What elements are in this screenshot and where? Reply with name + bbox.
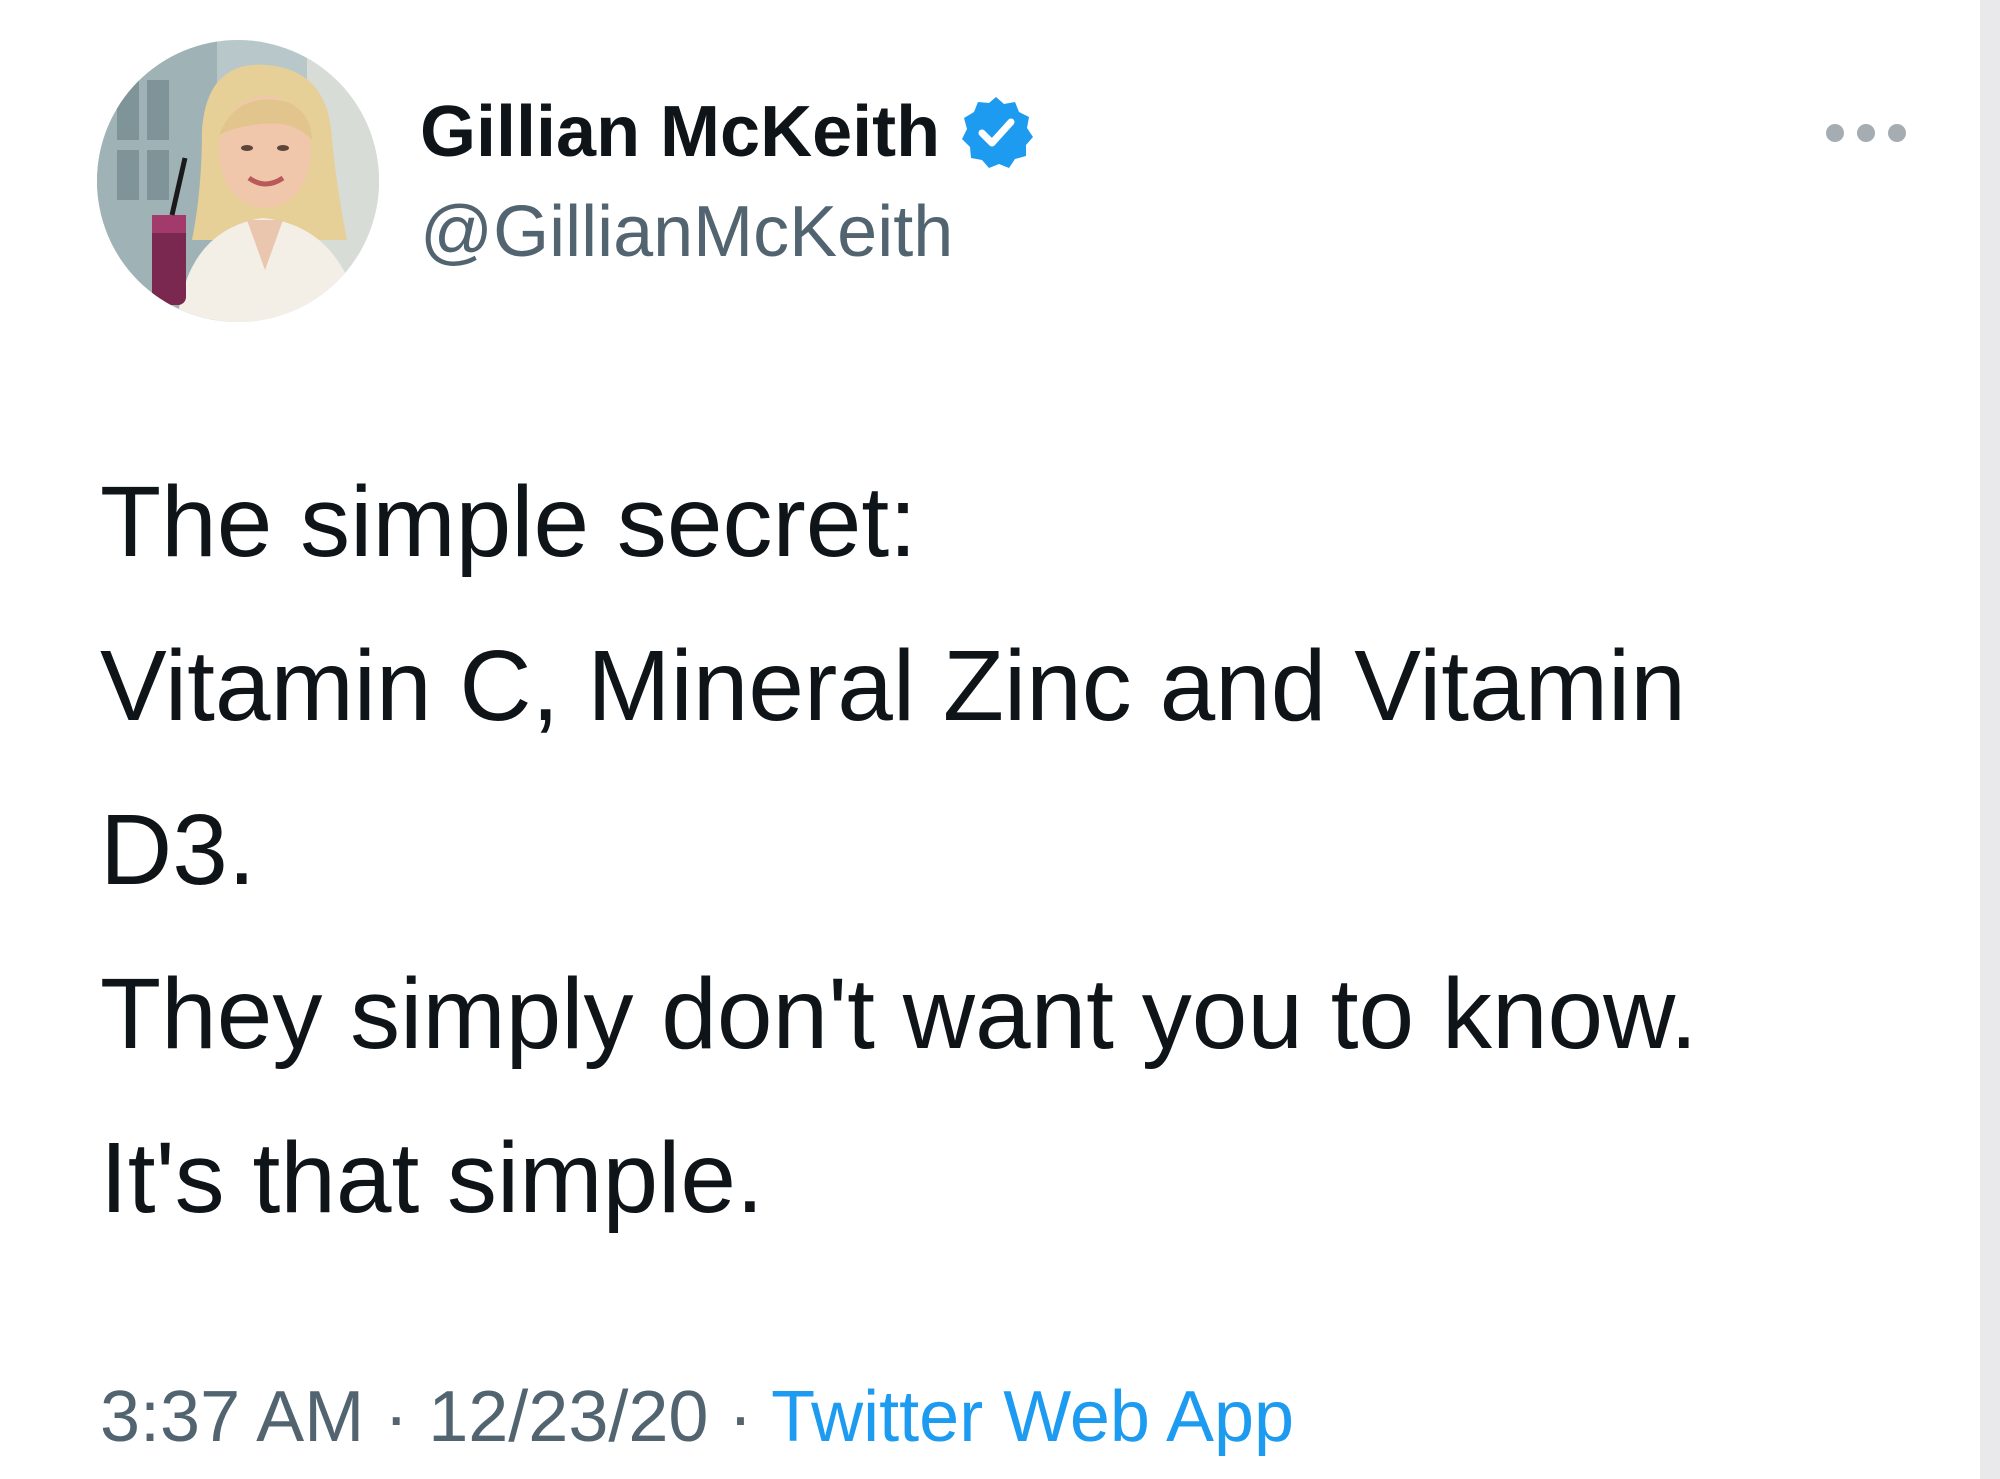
more-dots-icon [1857,124,1875,142]
user-handle[interactable]: @GillianMcKeith [420,190,953,274]
tweet-text: The simple secret: Vitamin C, Mineral Zi… [100,440,1960,1260]
avatar[interactable] [97,40,379,322]
tweet-text-line: It's that simple. [100,1122,764,1234]
tweet-source-link[interactable]: Twitter Web App [771,1377,1294,1457]
meta-separator: · [728,1377,753,1457]
tweet-text-line: They simply don't want you to know. [100,958,1698,1070]
tweet-text-line: The simple secret: [100,466,917,578]
scrollbar-track [1980,0,2000,1479]
more-button[interactable] [1826,113,1906,153]
more-dots-icon [1888,124,1906,142]
verified-badge-icon [958,94,1034,170]
profile-photo [97,40,379,322]
more-dots-icon [1826,124,1844,142]
meta-separator: · [384,1377,409,1457]
tweet-date[interactable]: 12/23/20 [428,1377,708,1457]
author-name-row: Gillian McKeith [420,92,1034,172]
tweet-text-line: Vitamin C, Mineral Zinc and Vitamin [100,630,1686,742]
tweet-metadata: 3:37 AM · 12/23/20 · Twitter Web App [100,1372,1294,1462]
display-name[interactable]: Gillian McKeith [420,92,940,172]
tweet-text-line: D3. [100,794,256,906]
tweet-time[interactable]: 3:37 AM [100,1377,364,1457]
